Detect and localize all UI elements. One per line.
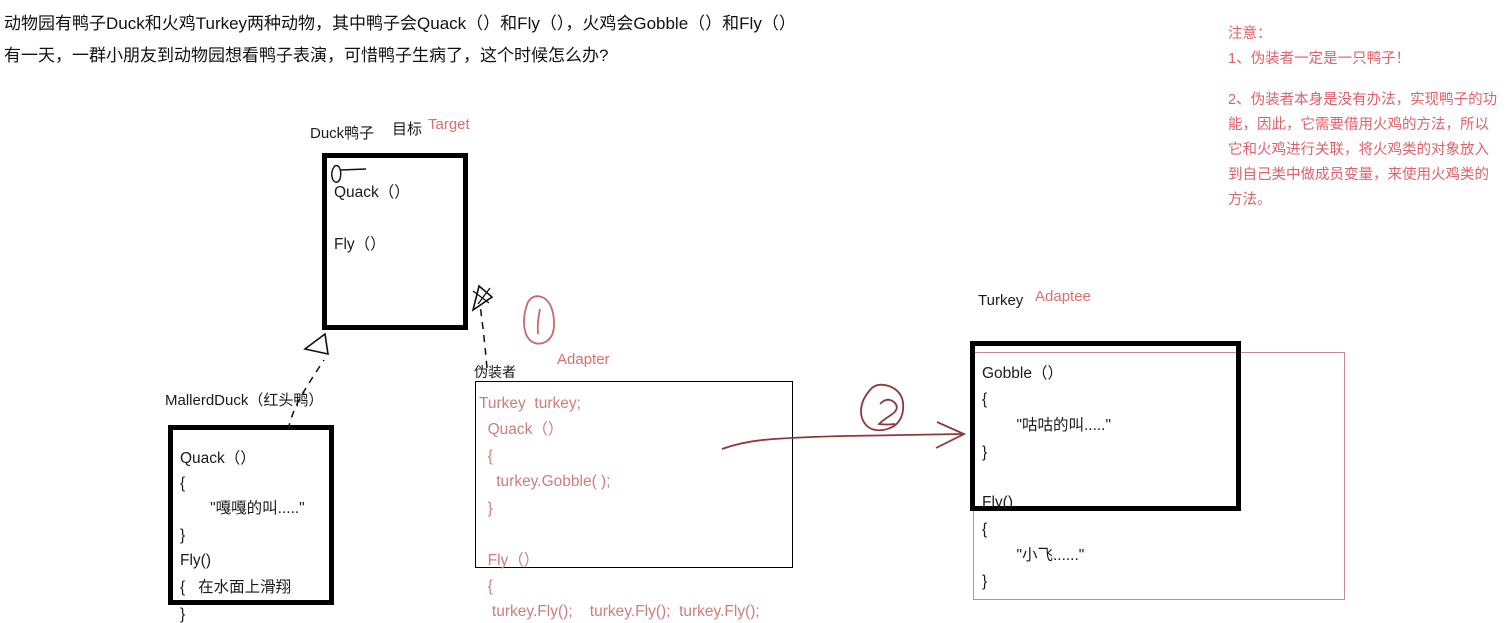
adapter-line-0: Turkey turkey; xyxy=(479,395,581,412)
mallerdduck-line-5: { 在水面上滑翔 xyxy=(180,579,292,596)
duck-role-cn-label: 目标 xyxy=(392,121,423,138)
turkey-line-6: { xyxy=(982,521,988,538)
mallerdduck-line-6: } xyxy=(180,606,186,623)
notes-panel: 注意： 1、伪装者一定是一只鸭子！ 2、伪装者本身是没有办法，实现鸭子的功能，因… xyxy=(1228,22,1500,213)
adapter-line-3: turkey.Gobble( ); xyxy=(479,473,611,490)
mallerdduck-line-1: { xyxy=(180,475,186,492)
duck-role-en-label: Target xyxy=(428,116,470,133)
turkey-line-8: } xyxy=(982,573,988,590)
intro-line-1: 动物园有鸭子Duck和火鸡Turkey两种动物，其中鸭子会Quack（）和Fly… xyxy=(4,14,796,33)
adapter-line-2: { xyxy=(479,448,493,465)
mallerdduck-line-4: Fly() xyxy=(180,552,211,569)
adapter-line-1: Quack（） xyxy=(479,421,564,438)
notes-item-1: 1、伪装者一定是一只鸭子！ xyxy=(1228,51,1411,67)
duck-method-quack: Quack（） xyxy=(334,184,410,201)
turkey-line-1: { xyxy=(982,391,988,408)
turkey-line-0: Gobble（） xyxy=(982,365,1063,382)
intro-line-2: 有一天，一群小朋友到动物园想看鸭子表演，可惜鸭子生病了，这个时候怎么办? xyxy=(4,46,609,65)
mallerdduck-line-2: "嘎嘎的叫....." xyxy=(180,500,305,517)
diagram-canvas: 动物园有鸭子Duck和火鸡Turkey两种动物，其中鸭子会Quack（）和Fly… xyxy=(0,0,1507,623)
intro-paragraph: 动物园有鸭子Duck和火鸡Turkey两种动物，其中鸭子会Quack（）和Fly… xyxy=(4,8,964,72)
implementation-arrow-adapter-to-duck xyxy=(471,284,494,369)
duck-class-label: Duck鸭子 xyxy=(310,125,375,142)
turkey-role-en-label: Adaptee xyxy=(1035,288,1091,305)
turkey-line-3: } xyxy=(982,444,988,461)
duck-method-fly: Fly（） xyxy=(334,236,386,253)
turkey-line-2: "咕咕的叫....." xyxy=(982,417,1111,434)
notes-item-2-block: 2、伪装者本身是没有办法，实现鸭子的功能，因此，它需要借用火鸡的方法，所以它和火… xyxy=(1228,88,1500,213)
mallerdduck-line-0: Quack（） xyxy=(180,450,256,467)
inheritance-arrow-mallerdduck-to-duck xyxy=(287,332,329,431)
adapter-line-8: turkey.Fly(); turkey.Fly(); turkey.Fly()… xyxy=(479,603,760,620)
marker-one xyxy=(523,295,555,345)
turkey-class-label: Turkey xyxy=(978,292,1024,309)
adapter-line-6: Fly（） xyxy=(479,552,540,569)
mallerdduck-line-3: } xyxy=(180,527,186,544)
turkey-line-5: Fly() xyxy=(982,494,1013,511)
notes-item-2: 2、伪装者本身是没有办法，实现鸭子的功能，因此，它需要借用火鸡的方法，所以它和火… xyxy=(1228,92,1498,208)
adapter-role-en-label: Adapter xyxy=(557,351,610,368)
adapter-line-7: { xyxy=(479,578,493,595)
mallerdduck-class-label: MallerdDuck（红头鸭） xyxy=(165,392,324,409)
turkey-line-7: "小飞......" xyxy=(982,547,1085,564)
adapter-line-4: } xyxy=(479,500,493,517)
notes-title: 注意： xyxy=(1228,26,1272,42)
adapter-class-label: 伪装者 xyxy=(474,364,516,380)
marker-two xyxy=(860,383,905,432)
